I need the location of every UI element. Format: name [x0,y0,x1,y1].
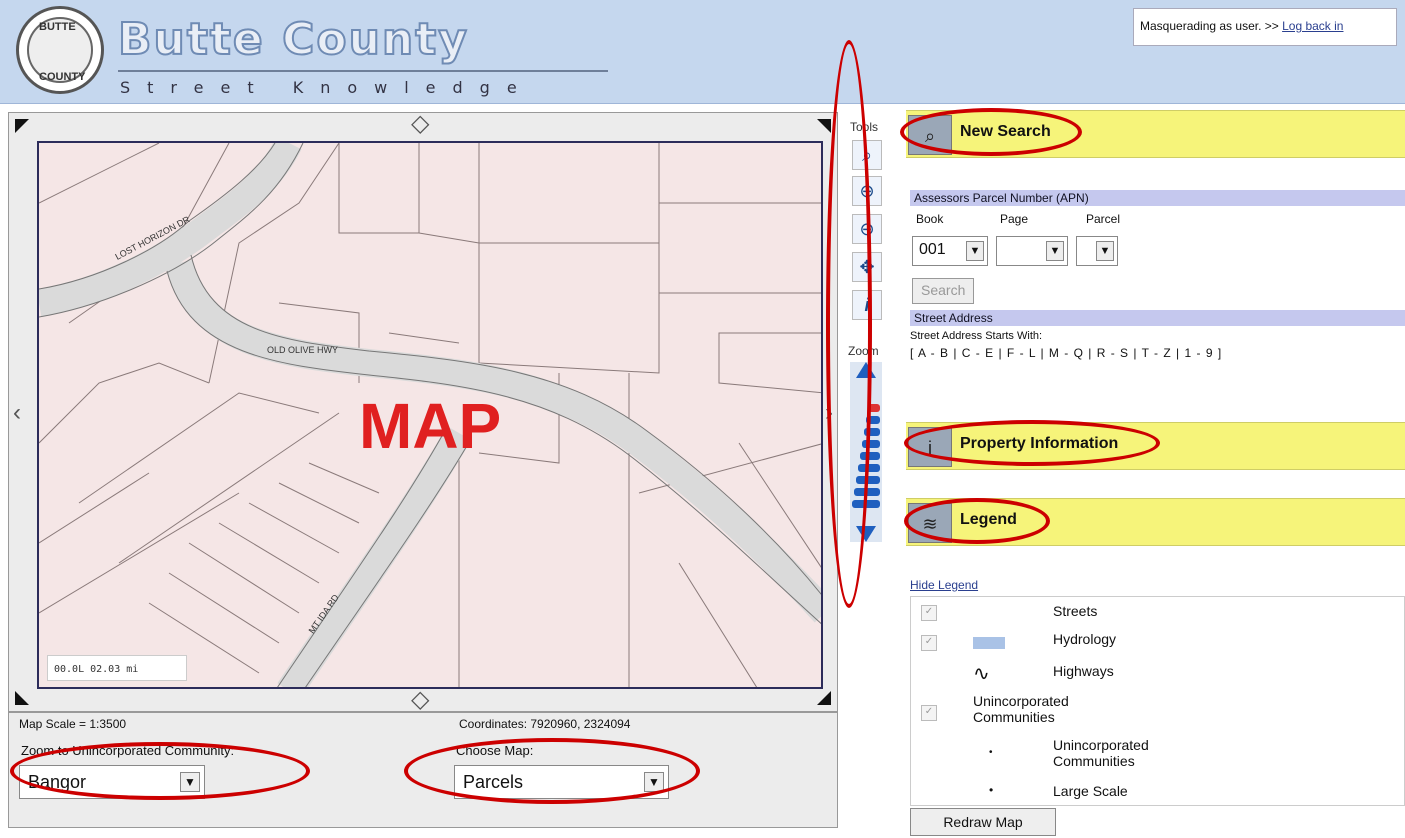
book-label: Book [916,212,944,226]
search-button[interactable]: Search [912,278,975,304]
corner-nw-icon[interactable] [15,119,29,133]
page-select[interactable]: ▼ [996,236,1068,266]
chevron-down-icon[interactable]: ▼ [1096,241,1114,261]
communities-checkbox[interactable]: ✓ [921,705,937,721]
legend-table: ✓ Streets ✓ Hydrology ∿ Highways ✓ Uninc… [910,596,1405,806]
legend-item-label: Large Scale [1053,783,1128,799]
corner-ne-icon[interactable] [817,119,831,133]
title-divider [118,70,608,72]
parcel-label: Parcel [1086,212,1121,226]
dot-symbol-icon: • [989,747,993,758]
coordinates-text: Coordinates: 7920960, 2324094 [459,717,631,731]
alpha-range-links[interactable]: [ A - B | C - E | F - L | M - Q | R - S … [910,346,1222,360]
masquerade-text: Masquerading as user. >> [1140,19,1283,33]
annotation-oval [10,742,310,800]
app-subtitle: Street Knowledge [120,78,534,97]
book-select[interactable]: 001 ▼ [912,236,988,266]
highway-symbol-icon: ∿ [973,663,990,685]
map-scale-text: Map Scale = 1:3500 [19,717,127,731]
legend-item-label: Streets [1053,603,1098,619]
seal-top-text: BUTTE [39,21,76,33]
apn-heading: Assessors Parcel Number (APN) [910,190,1405,206]
book-value: 001 [919,241,946,258]
pan-west-icon[interactable]: ‹ [13,399,21,427]
chevron-down-icon[interactable]: ▼ [966,241,984,261]
legend-item-label: Highways [1053,663,1114,679]
legend-item-label: Unincorporated Communities [1053,737,1149,769]
annotation-oval [404,738,700,804]
street-address-heading: Street Address [910,310,1405,326]
log-back-in-link[interactable]: Log back in [1282,19,1343,33]
street-label: OLD OLIVE HWY [267,345,339,355]
pan-north-icon[interactable]: ◇ [411,109,429,138]
annotation-oval [900,108,1082,156]
pan-south-icon[interactable]: ◇ [411,685,429,714]
hide-legend-link[interactable]: Hide Legend [910,578,978,592]
chevron-down-icon[interactable]: ▼ [1046,241,1064,261]
map-overlay-label: MAP [359,390,502,462]
hydrology-checkbox[interactable]: ✓ [921,635,937,651]
annotation-oval [904,498,1050,544]
seal-bottom-text: COUNTY [39,71,86,83]
annotation-oval [826,40,872,608]
map-scalebar: 00.0L 02.03 mi [47,655,187,681]
street-starts-label: Street Address Starts With: [910,330,1043,342]
parcel-select[interactable]: ▼ [1076,236,1118,266]
corner-se-icon[interactable] [817,691,831,705]
masquerade-box: Masquerading as user. >> Log back in [1133,8,1397,46]
annotation-oval [904,420,1160,466]
map-canvas[interactable]: LOST HORIZON DR OLD OLIVE HWY MT IDA RD … [37,141,823,689]
legend-item-label: Unincorporated Communities [973,693,1069,725]
hydrology-swatch [973,637,1005,649]
legend-item-label: Hydrology [1053,631,1117,647]
page-label: Page [1000,212,1029,226]
corner-sw-icon[interactable] [15,691,29,705]
dot-symbol-icon: • [989,783,994,797]
county-seal-logo: BUTTE COUNTY [16,6,104,94]
header: BUTTE COUNTY Butte County Street Knowled… [0,0,1405,104]
redraw-map-button[interactable]: Redraw Map [910,808,1056,836]
map-panel: ◇ ◇ ‹ › LOST HORIZON DR OLD OLIVE HWY MT… [8,109,838,714]
streets-checkbox[interactable]: ✓ [921,605,937,621]
app-title: Butte County [117,13,469,66]
